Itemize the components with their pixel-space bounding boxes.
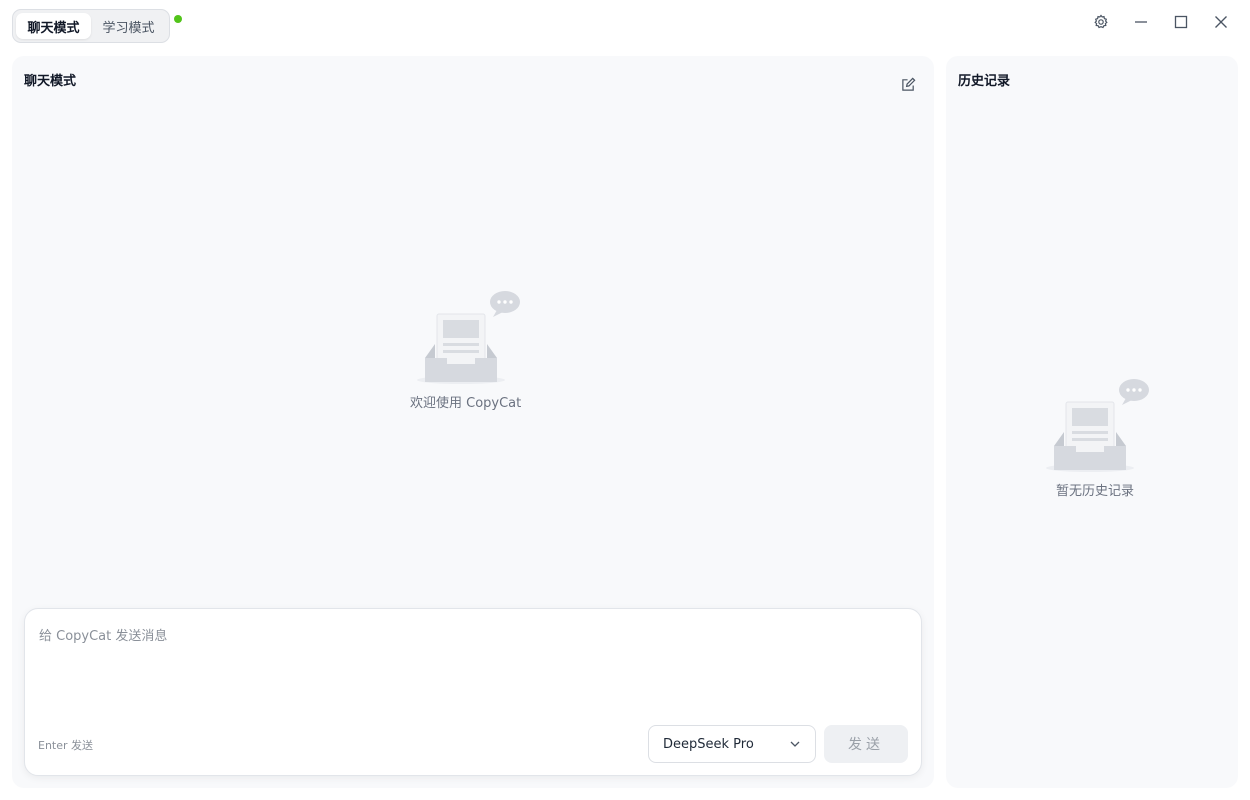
message-composer: Enter 发送 DeepSeek Pro 发送 <box>24 608 922 776</box>
minimize-button[interactable] <box>1127 8 1155 36</box>
maximize-button[interactable] <box>1167 8 1195 36</box>
status-dot <box>174 15 182 23</box>
welcome-text: 欢迎使用 CopyCat <box>410 396 522 411</box>
settings-button[interactable] <box>1087 8 1115 36</box>
send-button[interactable]: 发送 <box>824 725 908 763</box>
history-panel-title: 历史记录 <box>958 74 1011 89</box>
mode-switch: 聊天模式 学习模式 <box>12 9 170 43</box>
message-input[interactable] <box>39 625 899 705</box>
chevron-down-icon <box>790 741 800 747</box>
new-chat-button[interactable] <box>898 74 918 94</box>
gear-icon <box>1094 14 1108 29</box>
model-select[interactable]: DeepSeek Pro <box>648 725 816 763</box>
close-button[interactable] <box>1207 8 1235 36</box>
chat-panel: 聊天模式 欢迎使用 CopyCat Enter 发送 DeepSee <box>12 56 934 788</box>
no-history-text: 暂无历史记录 <box>1055 484 1134 499</box>
empty-inbox-icon <box>416 291 520 384</box>
tab-study-mode[interactable]: 学习模式 <box>91 13 166 39</box>
maximize-icon <box>1174 15 1188 29</box>
close-icon <box>1215 16 1227 28</box>
model-select-value: DeepSeek Pro <box>663 736 754 752</box>
tab-chat-mode[interactable]: 聊天模式 <box>16 13 91 39</box>
history-panel: 历史记录 暂无历史记录 <box>946 56 1238 788</box>
minimize-icon <box>1135 21 1147 23</box>
edit-icon <box>901 77 915 91</box>
empty-inbox-icon <box>1046 379 1149 472</box>
title-bar: 聊天模式 学习模式 <box>0 0 1250 48</box>
history-empty-state: 暂无历史记录 <box>1040 374 1150 499</box>
chat-empty-state: 欢迎使用 CopyCat <box>410 286 521 411</box>
send-hint: Enter 发送 <box>38 739 94 752</box>
chat-panel-title: 聊天模式 <box>24 74 77 89</box>
